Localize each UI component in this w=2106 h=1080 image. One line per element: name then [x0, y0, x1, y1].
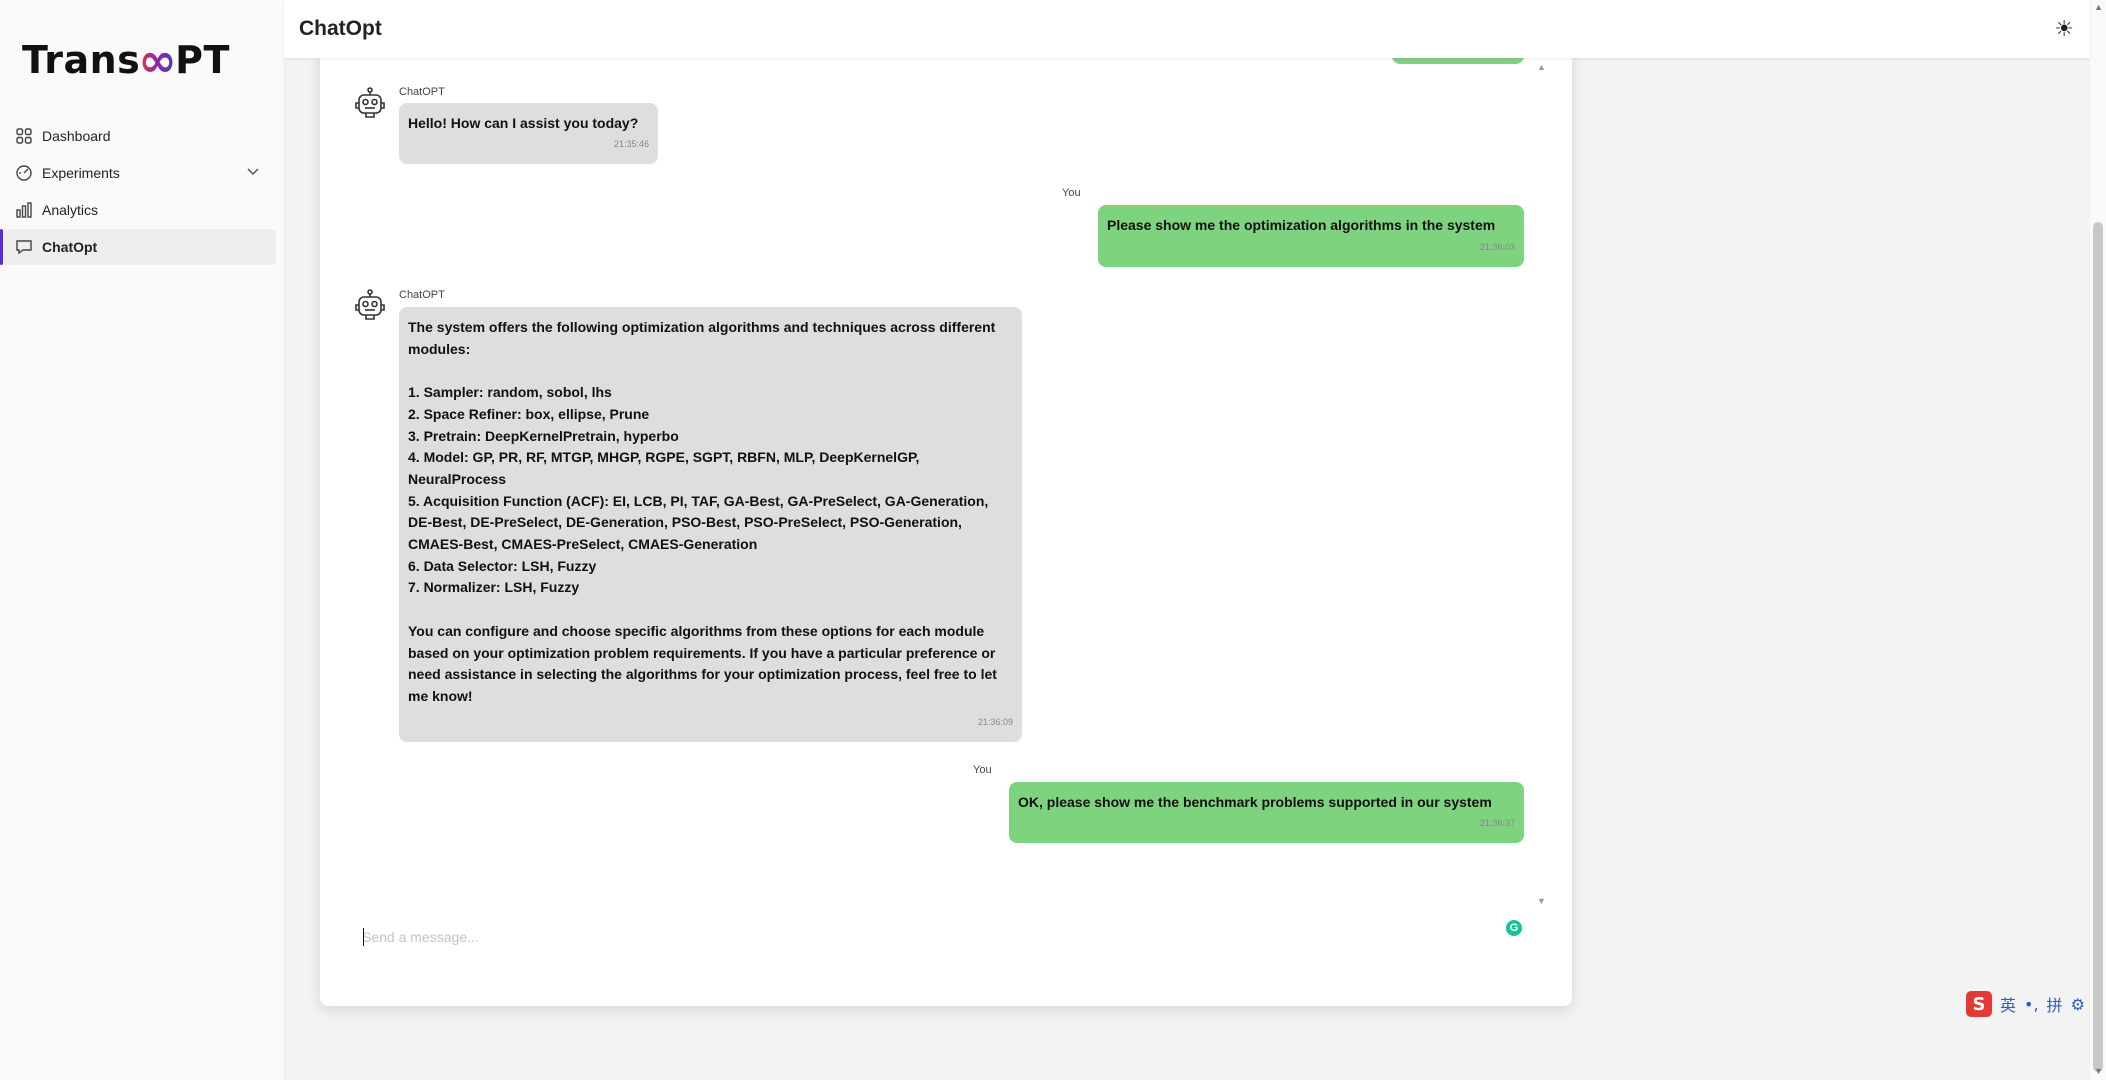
- message-timestamp: 21:36:09: [977, 717, 1013, 728]
- message-sender: You: [1062, 187, 1081, 199]
- chat-scroll-down-arrow[interactable]: ▼: [1537, 896, 1546, 906]
- ime-logo-icon[interactable]: S: [1966, 991, 1992, 1017]
- message-text: OK, please show me the benchmark problem…: [1018, 794, 1492, 810]
- sidebar-item-label: Dashboard: [42, 128, 111, 144]
- logo-text-right: PT: [175, 38, 230, 82]
- bot-message-bubble: The system offers the following optimiza…: [399, 307, 1022, 742]
- grid-icon: [14, 126, 34, 146]
- robot-avatar-icon: [352, 288, 388, 324]
- sidebar-item-label: ChatOpt: [42, 239, 98, 255]
- message-input[interactable]: [362, 924, 1482, 950]
- message-sender: ChatOPT: [399, 289, 445, 301]
- sidebar-item-chatopt[interactable]: ChatOpt: [0, 229, 276, 265]
- page-title: ChatOpt: [299, 17, 382, 40]
- message-sender: You: [973, 764, 992, 776]
- ime-toolbar[interactable]: S 英 •, 拼 ⚙: [1966, 991, 2085, 1017]
- dial-icon: [14, 163, 34, 183]
- scrollbar-thumb[interactable]: [2093, 222, 2103, 1072]
- message-text: Hello! How can I assist you today?: [408, 115, 639, 131]
- robot-avatar-icon: [352, 86, 388, 122]
- sidebar-item-dashboard[interactable]: Dashboard: [0, 118, 276, 154]
- user-message-bubble: OK, please show me the benchmark problem…: [1009, 782, 1524, 843]
- bot-message-bubble: Hello! How can I assist you today? 21:35…: [399, 103, 658, 164]
- infinity-logo-icon: ∞: [138, 33, 178, 87]
- ime-language[interactable]: 英: [2000, 992, 2016, 1016]
- scroll-up-arrow[interactable]: ▲: [2094, 2, 2103, 12]
- sidebar-item-label: Analytics: [42, 202, 99, 218]
- text-cursor: [363, 928, 364, 946]
- sun-icon[interactable]: ☀: [2054, 16, 2074, 42]
- user-message-bubble: Please show me the optimization algorith…: [1098, 205, 1524, 267]
- bar-chart-icon: [14, 200, 34, 220]
- message-sender: ChatOPT: [399, 86, 445, 98]
- sidebar: Trans ∞ PT Dashboard Experiments Analytics: [0, 0, 285, 1080]
- ime-punctuation[interactable]: •,: [2024, 995, 2039, 1014]
- ime-settings-icon[interactable]: ⚙: [2071, 995, 2085, 1014]
- chat-icon: [14, 237, 34, 257]
- top-header: ChatOpt ☀: [284, 0, 2090, 58]
- sidebar-item-experiments[interactable]: Experiments: [0, 155, 276, 191]
- scroll-down-arrow[interactable]: ▼: [2094, 1066, 2103, 1076]
- message-timestamp: 21:35:46: [613, 139, 649, 150]
- chevron-down-icon[interactable]: [246, 164, 260, 181]
- sidebar-nav: Dashboard Experiments Analytics ChatOpt: [0, 118, 284, 266]
- sidebar-item-analytics[interactable]: Analytics: [0, 192, 276, 228]
- message-timestamp: 21:36:03: [1479, 242, 1515, 253]
- message-timestamp: 21:36:37: [1479, 818, 1515, 829]
- logo-text-left: Trans: [22, 38, 141, 82]
- app-logo[interactable]: Trans ∞ PT: [22, 30, 230, 90]
- chat-scroll-up-arrow[interactable]: ▲: [1537, 62, 1546, 72]
- page-scrollbar[interactable]: ▲ ▼: [2090, 0, 2106, 1080]
- sidebar-item-label: Experiments: [42, 165, 120, 181]
- ime-mode[interactable]: 拼: [2047, 992, 2063, 1016]
- message-text: The system offers the following optimiza…: [408, 319, 997, 704]
- message-text: Please show me the optimization algorith…: [1107, 217, 1496, 233]
- grammarly-icon[interactable]: G: [1506, 920, 1522, 936]
